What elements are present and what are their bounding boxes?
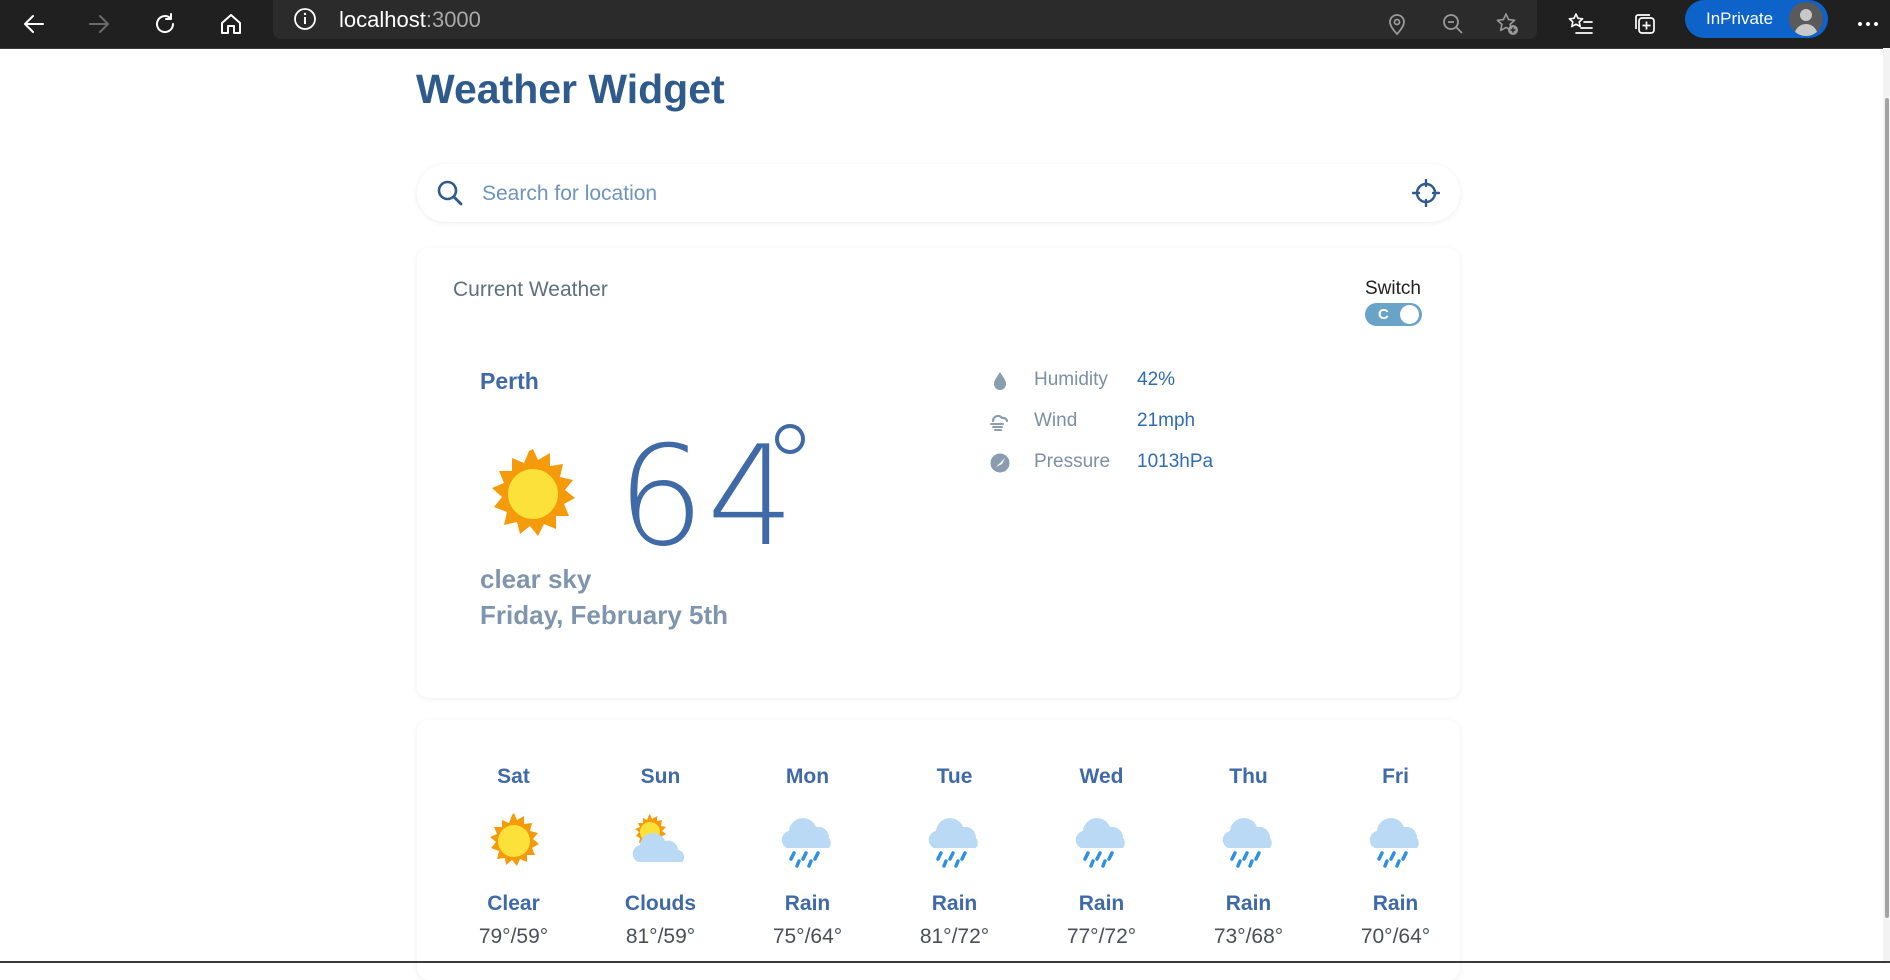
current-temperature: 64 bbox=[617, 416, 797, 577]
rain-icon bbox=[1369, 818, 1419, 868]
unit-letter: C bbox=[1378, 306, 1389, 323]
stat-value: 1013hPa bbox=[1137, 451, 1214, 472]
rain-icon bbox=[1222, 818, 1272, 868]
stat-value: 42% bbox=[1137, 369, 1176, 390]
forecast-day: Sat Clear 79°/59° bbox=[440, 720, 587, 980]
forward-arrow-icon bbox=[89, 15, 109, 33]
forecast-day-name: Wed bbox=[1079, 765, 1124, 788]
sun-icon bbox=[492, 449, 575, 536]
current-weather-label: Current Weather bbox=[453, 278, 608, 301]
zoom-out-icon bbox=[1443, 14, 1463, 34]
current-date: Friday, February 5th bbox=[480, 600, 729, 630]
search-bar bbox=[417, 164, 1460, 222]
refresh-icon bbox=[156, 13, 175, 33]
favorites-button[interactable] bbox=[1563, 6, 1599, 42]
forecast-temps: 73°/68° bbox=[1213, 925, 1284, 948]
url-text: localhost:3000 bbox=[339, 7, 481, 33]
wind-icon bbox=[990, 414, 1009, 431]
forecast-day-name: Tue bbox=[936, 765, 973, 788]
location-pin-icon bbox=[1389, 14, 1405, 36]
forecast-temps: 77°/72° bbox=[1066, 925, 1137, 948]
url-port: :3000 bbox=[425, 7, 481, 32]
forecast-condition: Rain bbox=[1225, 892, 1272, 915]
home-icon bbox=[221, 14, 241, 34]
forecast-day: Fri Rain 70°/64° bbox=[1322, 720, 1469, 980]
address-bar[interactable]: localhost:3000 bbox=[273, 0, 1537, 39]
search-input[interactable] bbox=[480, 174, 1364, 214]
forecast-condition: Rain bbox=[784, 892, 831, 915]
forecast-day: Thu Rain 73°/68° bbox=[1175, 720, 1322, 980]
forecast-day: Wed Rain 77°/72° bbox=[1028, 720, 1175, 980]
sun-icon bbox=[490, 813, 539, 866]
back-button[interactable] bbox=[14, 4, 54, 44]
forward-button[interactable] bbox=[79, 4, 119, 44]
rain-icon bbox=[781, 818, 831, 868]
inprivate-profile-button[interactable]: InPrivate bbox=[1685, 0, 1828, 38]
browser-toolbar: localhost:3000 InPrivate bbox=[0, 0, 1890, 49]
forecast-day-name: Mon bbox=[785, 765, 830, 788]
forecast-condition: Rain bbox=[931, 892, 978, 915]
avatar bbox=[1789, 2, 1823, 36]
switch-label: Switch bbox=[1365, 278, 1421, 299]
current-weather-card: Current Weather Switch C Perth 64 clear … bbox=[417, 248, 1460, 698]
search-icon[interactable] bbox=[435, 178, 465, 208]
forecast-condition: Rain bbox=[1078, 892, 1125, 915]
forecast-temps: 81°/72° bbox=[919, 925, 990, 948]
forecast-card: Sat Clear 79°/59° Sun Clouds 81°/59° Mon… bbox=[417, 720, 1460, 980]
more-dots-icon bbox=[1858, 22, 1878, 26]
unit-toggle[interactable]: C bbox=[1365, 303, 1422, 326]
back-arrow-icon bbox=[24, 15, 44, 33]
page-scrollbar[interactable] bbox=[1883, 48, 1890, 963]
forecast-day: Mon Rain 75°/64° bbox=[734, 720, 881, 980]
forecast-condition: Rain bbox=[1372, 892, 1419, 915]
partly-cloudy-icon bbox=[632, 814, 685, 862]
droplet-icon bbox=[994, 372, 1006, 390]
forecast-temps: 79°/59° bbox=[478, 925, 549, 948]
star-add-icon bbox=[1496, 13, 1518, 35]
gauge-icon bbox=[990, 453, 1010, 473]
forecast-day-name: Sun bbox=[640, 765, 681, 788]
add-favorite-button[interactable] bbox=[1489, 6, 1525, 42]
crosshair-icon[interactable] bbox=[1412, 179, 1440, 207]
stat-label: Pressure bbox=[1034, 451, 1111, 472]
forecast-day: Sun Clouds 81°/59° bbox=[587, 720, 734, 980]
forecast-condition: Clear bbox=[487, 892, 540, 915]
info-icon[interactable] bbox=[293, 7, 317, 31]
url-host: localhost bbox=[339, 7, 426, 32]
forecast-day-name: Fri bbox=[1382, 765, 1409, 788]
page-title: Weather Widget bbox=[416, 66, 725, 112]
zoom-out-button[interactable] bbox=[1435, 6, 1471, 42]
degree-symbol bbox=[775, 424, 805, 454]
home-button[interactable] bbox=[211, 4, 251, 44]
rain-icon bbox=[928, 818, 978, 868]
forecast-day: Tue Rain 81°/72° bbox=[881, 720, 1028, 980]
forecast-day-name: Thu bbox=[1229, 765, 1268, 788]
stat-label: Humidity bbox=[1034, 369, 1108, 390]
forecast-condition: Clouds bbox=[624, 892, 697, 915]
forecast-temps: 75°/64° bbox=[772, 925, 843, 948]
location-button[interactable] bbox=[1379, 6, 1415, 42]
person-icon bbox=[1794, 9, 1818, 36]
city-name: Perth bbox=[480, 368, 539, 394]
favorites-list-icon bbox=[1568, 13, 1593, 34]
forecast-day-name: Sat bbox=[497, 765, 530, 788]
rain-icon bbox=[1075, 818, 1125, 868]
scrollbar-thumb[interactable] bbox=[1885, 98, 1889, 918]
forecast-temps: 81°/59° bbox=[625, 925, 696, 948]
inprivate-label: InPrivate bbox=[1706, 9, 1774, 28]
forecast-temps: 70°/64° bbox=[1360, 925, 1431, 948]
stat-value: 21mph bbox=[1137, 410, 1196, 431]
stat-label: Wind bbox=[1034, 410, 1078, 431]
refresh-button[interactable] bbox=[145, 4, 185, 44]
settings-menu-button[interactable] bbox=[1850, 6, 1886, 42]
collections-button[interactable] bbox=[1627, 6, 1663, 42]
collections-icon bbox=[1635, 14, 1655, 34]
weather-description: clear sky bbox=[480, 564, 592, 594]
toggle-knob bbox=[1400, 305, 1419, 324]
